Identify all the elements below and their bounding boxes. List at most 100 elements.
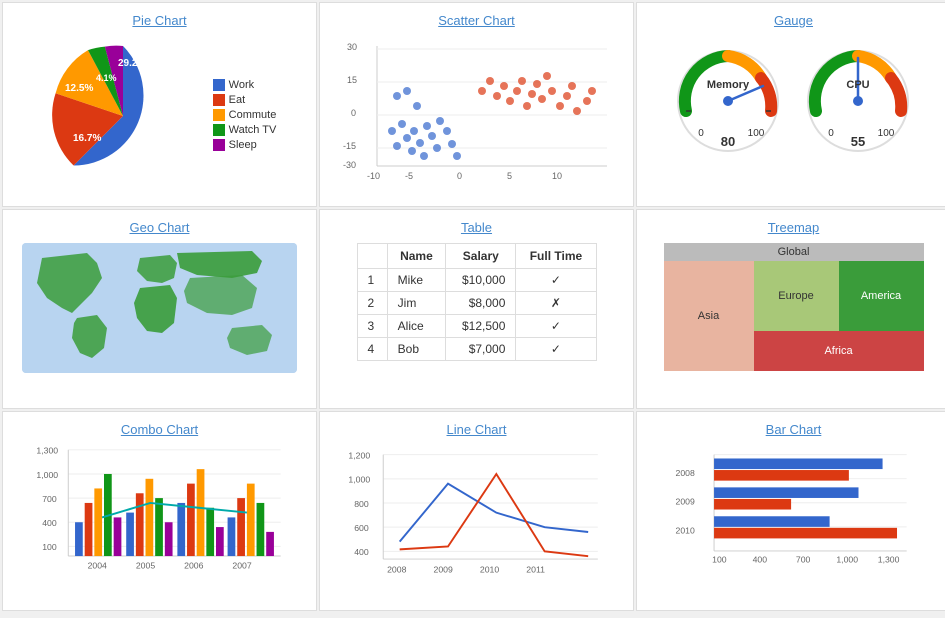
treemap-root: Global (664, 243, 924, 261)
scatter-chart-card: Scatter Chart 30 15 0 -15 -30 -10 -5 0 5… (319, 2, 634, 207)
pie-chart-card: Pie Chart 37.5% 16.7% 12.5% 4.1% (2, 2, 317, 207)
scatter-chart-title[interactable]: Scatter Chart (438, 13, 515, 28)
legend-work: Work (229, 79, 254, 91)
table-row: 2 Jim $8,000 ✗ (357, 292, 596, 315)
table-cell-num: 1 (357, 269, 387, 292)
svg-text:15: 15 (347, 75, 357, 85)
table-row: 3 Alice $12,500 ✓ (357, 315, 596, 338)
svg-text:5: 5 (507, 171, 512, 181)
svg-text:0: 0 (828, 128, 834, 139)
treemap-title[interactable]: Treemap (768, 220, 820, 235)
svg-text:800: 800 (354, 499, 369, 509)
geo-chart-card: Geo Chart (2, 209, 317, 409)
svg-text:100: 100 (878, 128, 895, 139)
table-cell-fulltime: ✓ (516, 269, 596, 292)
table-cell-salary: $7,000 (446, 338, 516, 361)
svg-text:55: 55 (851, 134, 865, 149)
table-row: 4 Bob $7,000 ✓ (357, 338, 596, 361)
svg-text:2010: 2010 (479, 565, 498, 575)
bar-chart-card: Bar Chart 2008 2009 2010 100 400 700 1,0… (636, 411, 945, 611)
svg-text:80: 80 (721, 134, 735, 149)
svg-text:1,000: 1,000 (348, 475, 370, 485)
svg-text:10: 10 (552, 171, 562, 181)
svg-text:1,200: 1,200 (348, 451, 370, 461)
pie-chart-title[interactable]: Pie Chart (132, 13, 186, 28)
svg-text:2006: 2006 (184, 561, 203, 571)
svg-text:1,300: 1,300 (878, 554, 900, 564)
svg-text:2004: 2004 (87, 561, 106, 571)
svg-text:400: 400 (354, 547, 369, 557)
pie-legend: Work Eat Commute Watch TV Sleep (213, 79, 277, 154)
cpu-gauge-svg: 0 100 CPU 55 (801, 36, 916, 156)
table-cell-salary: $10,000 (446, 269, 516, 292)
svg-text:400: 400 (42, 518, 57, 528)
gauge-container: 0 100 Memory 80 0 100 CPU 55 (671, 36, 916, 156)
table-cell-name: Bob (387, 338, 446, 361)
combo-chart-card: Combo Chart 1,300 1,000 700 400 100 2004… (2, 411, 317, 611)
table-title[interactable]: Table (461, 220, 492, 235)
bar-chart-svg: 2008 2009 2010 100 400 700 1,000 1,300 (666, 445, 921, 575)
table-header-name: Name (387, 244, 446, 269)
table-cell-fulltime: ✓ (516, 338, 596, 361)
treemap-africa: Africa (754, 331, 924, 371)
table-row: 1 Mike $10,000 ✓ (357, 269, 596, 292)
svg-text:100: 100 (712, 554, 727, 564)
table-cell-num: 4 (357, 338, 387, 361)
line-chart-title[interactable]: Line Chart (447, 422, 507, 437)
svg-text:-15: -15 (343, 141, 356, 151)
svg-text:2011: 2011 (526, 565, 545, 575)
treemap-america: America (839, 261, 924, 331)
table-header-num (357, 244, 387, 269)
svg-text:2009: 2009 (676, 497, 695, 507)
table-cell-name: Mike (387, 269, 446, 292)
svg-text:2010: 2010 (676, 526, 695, 536)
svg-text:2009: 2009 (433, 565, 452, 575)
svg-text:700: 700 (42, 494, 57, 504)
legend-sleep: Sleep (229, 139, 257, 151)
table-cell-salary: $12,500 (446, 315, 516, 338)
geo-chart-title[interactable]: Geo Chart (130, 220, 190, 235)
svg-text:-5: -5 (405, 171, 413, 181)
svg-text:100: 100 (748, 128, 765, 139)
pie-chart-svg: 37.5% 16.7% 12.5% 4.1% 29.2% (43, 36, 203, 196)
table-cell-fulltime: ✗ (516, 292, 596, 315)
table-header-salary: Salary (446, 244, 516, 269)
svg-text:2007: 2007 (232, 561, 251, 571)
memory-gauge-svg: 0 100 Memory 80 (671, 36, 786, 156)
line-chart-svg: 1,200 1,000 800 600 400 2008 2009 2010 2… (342, 445, 612, 590)
treemap-europe: Europe (754, 261, 839, 331)
svg-text:1,000: 1,000 (36, 470, 58, 480)
svg-text:1,300: 1,300 (36, 446, 58, 456)
svg-text:4.1%: 4.1% (96, 73, 117, 83)
table-cell-name: Alice (387, 315, 446, 338)
svg-text:0: 0 (351, 108, 356, 118)
svg-text:CPU: CPU (846, 79, 869, 91)
svg-text:30: 30 (347, 42, 357, 52)
data-table: Name Salary Full Time 1 Mike $10,000 ✓ 2… (357, 243, 597, 361)
svg-text:0: 0 (457, 171, 462, 181)
svg-text:700: 700 (796, 554, 811, 564)
geo-map-svg (22, 243, 297, 373)
svg-text:16.7%: 16.7% (73, 133, 101, 144)
pie-chart-container: 37.5% 16.7% 12.5% 4.1% 29.2% Work Eat Co… (43, 36, 277, 196)
gauge-title[interactable]: Gauge (774, 13, 813, 28)
svg-text:2005: 2005 (135, 561, 154, 571)
table-cell-name: Jim (387, 292, 446, 315)
geo-map (22, 243, 297, 373)
svg-text:Memory: Memory (707, 79, 750, 91)
legend-eat: Eat (229, 94, 246, 106)
svg-text:400: 400 (753, 554, 768, 564)
svg-text:12.5%: 12.5% (65, 83, 93, 94)
combo-chart-svg: 1,300 1,000 700 400 100 2004 2005 2006 2… (30, 445, 290, 585)
bar-chart-title[interactable]: Bar Chart (766, 422, 822, 437)
svg-text:600: 600 (354, 523, 369, 533)
svg-text:-10: -10 (367, 171, 380, 181)
legend-commute: Commute (229, 109, 277, 121)
gauge-card: Gauge 0 100 Memory 80 (636, 2, 945, 207)
combo-chart-title[interactable]: Combo Chart (121, 422, 198, 437)
treemap-container: Global Asia Europe America Africa (664, 243, 924, 371)
scatter-chart-svg: 30 15 0 -15 -30 -10 -5 0 5 10 (342, 36, 612, 196)
svg-text:100: 100 (42, 542, 57, 552)
svg-text:-30: -30 (343, 160, 356, 170)
table-cell-num: 2 (357, 292, 387, 315)
